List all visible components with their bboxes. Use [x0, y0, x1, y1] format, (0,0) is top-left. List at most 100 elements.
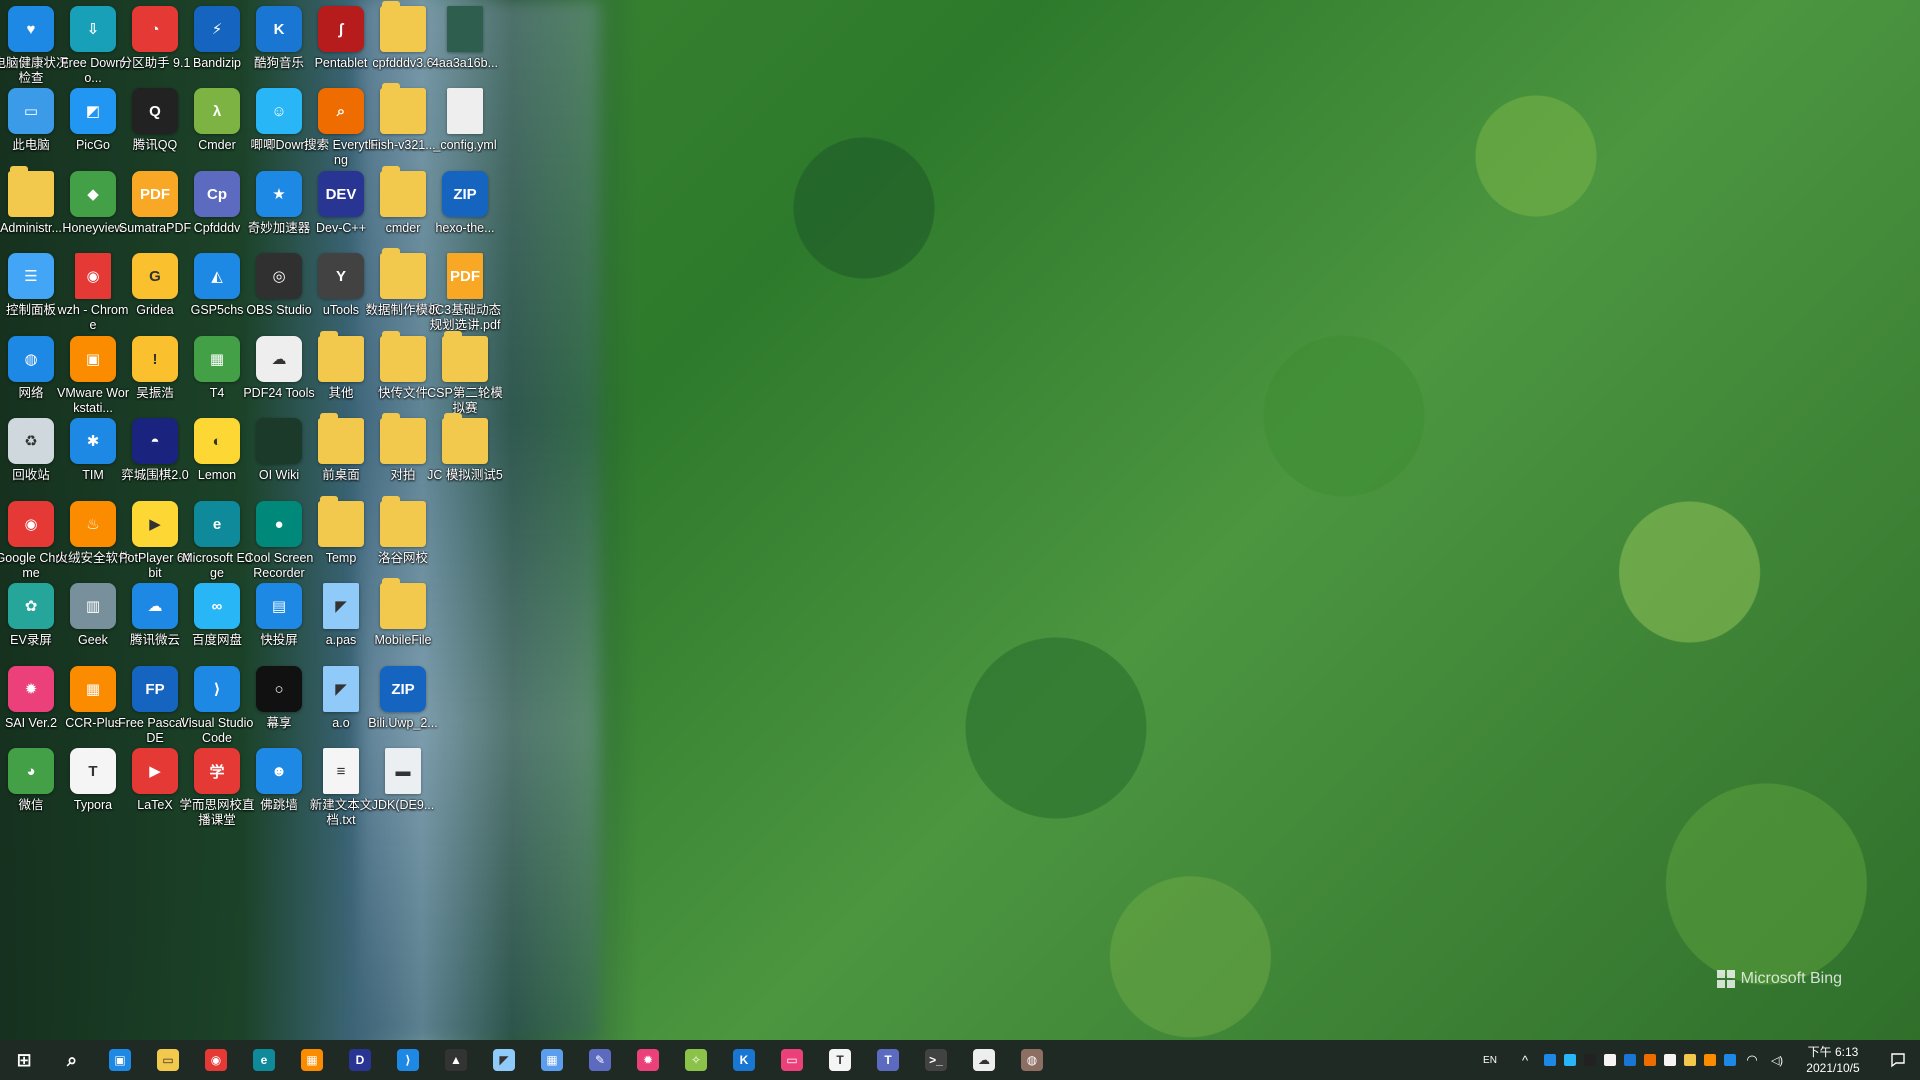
- folder-icon: [318, 331, 364, 382]
- sai-app[interactable]: ✹: [624, 1040, 672, 1080]
- honeyview-icon: ◆: [70, 171, 116, 217]
- notes-app[interactable]: ◤: [480, 1040, 528, 1080]
- file-explorer-icon: ▭: [157, 1049, 179, 1071]
- folder-icon: [318, 413, 364, 464]
- jijidown-icon: ☺: [256, 88, 302, 134]
- kugou-music-icon: K: [733, 1049, 755, 1071]
- desktop-icon[interactable]: ▬ JDK(DE9...: [365, 742, 441, 838]
- teams-icon: T: [877, 1049, 899, 1071]
- tray-app-blue-icon[interactable]: [1540, 1040, 1560, 1080]
- zip-archive-icon: ZIP: [380, 666, 426, 712]
- classroom-app[interactable]: ▲: [432, 1040, 480, 1080]
- devcpp-icon: D: [349, 1049, 371, 1071]
- tray-folder-icon[interactable]: [1680, 1040, 1700, 1080]
- desktop-icon-label: Bili.Uwp_2...: [368, 716, 438, 730]
- tray-everything-icon-glyph: [1644, 1054, 1656, 1066]
- pdf-file-icon: PDF: [447, 253, 483, 299]
- accelerator-star-icon: ★: [256, 171, 302, 217]
- tray-bluetooth-icon-glyph: [1724, 1054, 1736, 1066]
- desktop-icon-label: hexo-the...: [435, 221, 495, 235]
- t4-tiles-icon: ▦: [194, 336, 240, 382]
- desktop-icon-label: JC3基础动态规划选讲.pdf: [428, 303, 502, 332]
- vscode-icon: ⟩: [397, 1049, 419, 1071]
- file-explorer-app[interactable]: ▭: [144, 1040, 192, 1080]
- office-app[interactable]: ▦: [288, 1040, 336, 1080]
- pdf24-sheep-icon: ☁: [256, 336, 302, 382]
- search-button[interactable]: ⌕: [48, 1040, 96, 1080]
- wechat-icon: ◕: [8, 748, 54, 794]
- store-bag-icon: ▣: [109, 1049, 131, 1071]
- latex-icon: ▶: [132, 748, 178, 794]
- chrome-icon: ◉: [205, 1049, 227, 1071]
- recycle-bin-icon: ♻: [8, 418, 54, 464]
- folder-icon: [380, 496, 426, 547]
- text-file-icon: ≡: [323, 748, 359, 794]
- desktop-icon-label: MobileFile: [374, 633, 432, 647]
- wifi-icon[interactable]: ◠: [1740, 1040, 1764, 1080]
- terminal-icon: >_: [925, 1049, 947, 1071]
- graduation-cap-icon: ▲: [445, 1049, 467, 1071]
- input-language-indicator[interactable]: EN: [1470, 1040, 1510, 1080]
- sai-palette-icon: ✹: [8, 666, 54, 712]
- installer-file-icon: ▬: [385, 748, 421, 794]
- typora-icon: T: [829, 1049, 851, 1071]
- object-file-icon: ◤: [323, 666, 359, 712]
- tray-overflow-chevron-icon[interactable]: ^: [1510, 1040, 1540, 1080]
- chrome-icon: ◉: [8, 501, 54, 547]
- desktop-icon[interactable]: _config.yml: [427, 82, 503, 178]
- clock[interactable]: 下午 6:13 2021/10/5: [1790, 1044, 1876, 1076]
- tray-security-icon-glyph: [1704, 1054, 1716, 1066]
- tim-star-icon: ✱: [70, 418, 116, 464]
- pdf24-app[interactable]: ☁: [960, 1040, 1008, 1080]
- this-pc-icon: ▭: [8, 88, 54, 134]
- chrome-app[interactable]: ◉: [192, 1040, 240, 1080]
- teams-app[interactable]: T: [864, 1040, 912, 1080]
- folder-icon: [380, 578, 426, 629]
- calculator-app[interactable]: ▦: [528, 1040, 576, 1080]
- vscode-app[interactable]: ⟩: [384, 1040, 432, 1080]
- calculator-icon: ▦: [541, 1049, 563, 1071]
- tray-pin-icon[interactable]: [1660, 1040, 1680, 1080]
- edge-app[interactable]: e: [240, 1040, 288, 1080]
- notification-center-button[interactable]: [1876, 1040, 1920, 1080]
- pen-app[interactable]: ✎: [576, 1040, 624, 1080]
- tray-bluetooth-icon[interactable]: [1720, 1040, 1740, 1080]
- baidu-netdisk-icon: ∞: [194, 583, 240, 629]
- go-game-icon: ◓: [132, 418, 178, 464]
- tray-shield-icon[interactable]: [1600, 1040, 1620, 1080]
- volume-icon[interactable]: ◁): [1764, 1040, 1790, 1080]
- edge-icon: e: [194, 501, 240, 547]
- desktop-icon[interactable]: JC 模拟测试5: [427, 412, 503, 508]
- desktop-icon-label: _config.yml: [433, 138, 497, 152]
- bilibili-app[interactable]: ▭: [768, 1040, 816, 1080]
- system-tray: EN ^ ◠ ◁) 下午 6:13 2021/10/5: [1470, 1040, 1920, 1080]
- partition-assistant-icon: ◔: [132, 6, 178, 52]
- start-button[interactable]: ⊞: [0, 1040, 48, 1080]
- tray-pin-icon-glyph: [1664, 1054, 1676, 1066]
- tray-shield-icon-glyph: [1604, 1054, 1616, 1066]
- pen-icon: ✎: [589, 1049, 611, 1071]
- chrome-profile-icon: ◉: [75, 253, 111, 299]
- tray-everything-icon[interactable]: [1640, 1040, 1660, 1080]
- network-globe-icon: ◍: [8, 336, 54, 382]
- tray-kugou-icon[interactable]: [1620, 1040, 1640, 1080]
- sai-palette-icon: ✹: [637, 1049, 659, 1071]
- bilibili-tv-icon: ▭: [781, 1049, 803, 1071]
- owl-app[interactable]: ◍: [1008, 1040, 1056, 1080]
- store-app[interactable]: ▣: [96, 1040, 144, 1080]
- desktop-icon-label: 洛谷网校: [377, 551, 428, 565]
- tray-app-cyan-icon[interactable]: [1560, 1040, 1580, 1080]
- tray-folder-icon-glyph: [1684, 1054, 1696, 1066]
- desktop-icon[interactable]: MobileFile: [365, 577, 441, 673]
- terminal-app[interactable]: >_: [912, 1040, 960, 1080]
- vscode-icon: ⟩: [194, 666, 240, 712]
- typora-app[interactable]: T: [816, 1040, 864, 1080]
- tray-qq-icon-glyph: [1584, 1054, 1596, 1066]
- kugou-app[interactable]: K: [720, 1040, 768, 1080]
- folder-icon: [380, 83, 426, 134]
- chat-app[interactable]: ✧: [672, 1040, 720, 1080]
- tray-security-icon[interactable]: [1700, 1040, 1720, 1080]
- devcpp-app[interactable]: D: [336, 1040, 384, 1080]
- tray-qq-icon[interactable]: [1580, 1040, 1600, 1080]
- desktop-icon[interactable]: PDF JC3基础动态规划选讲.pdf: [427, 247, 503, 343]
